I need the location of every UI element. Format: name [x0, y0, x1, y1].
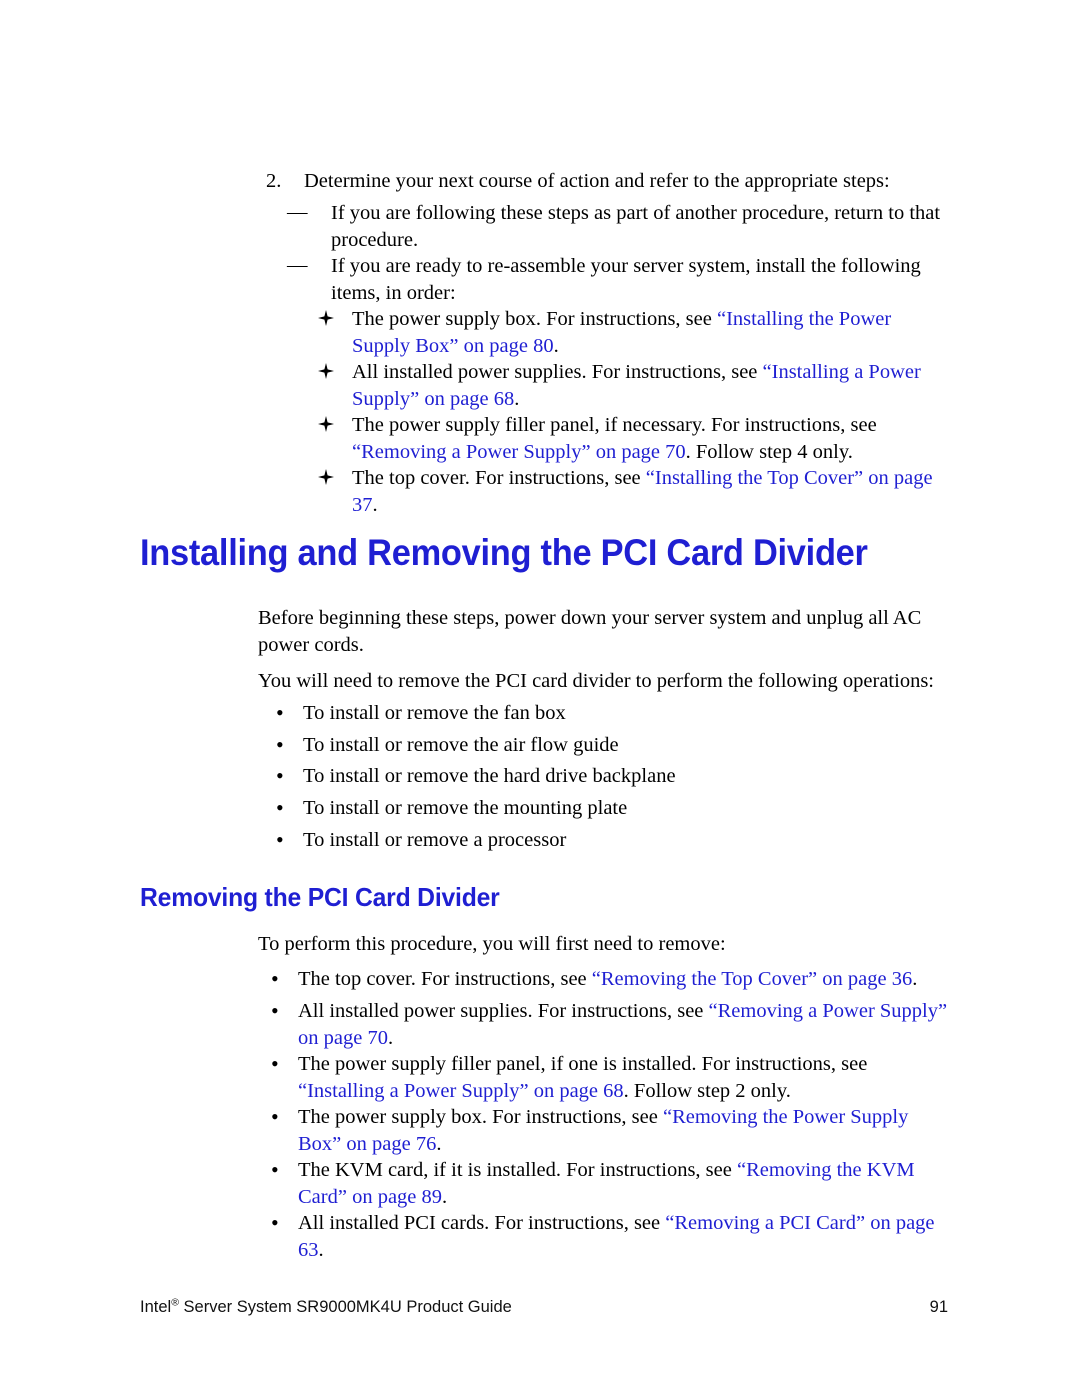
item-tail-text: . [553, 334, 559, 357]
operation-text: To install or remove the mounting plate [303, 797, 628, 819]
diamond-item-text: All installed power supplies. For instru… [352, 359, 952, 412]
item-lead-text: The KVM card, if it is installed. For in… [298, 1159, 737, 1181]
diamond-list-item: The power supply filler panel, if necess… [318, 412, 952, 465]
dash-list-item: — If you are following these steps as pa… [287, 200, 952, 253]
cross-reference-link[interactable]: “Removing a Power Supply” on page 70 [352, 441, 686, 463]
footer-product: Server System SR9000MK4U Product Guide [178, 1298, 512, 1316]
registered-trademark-mark: ® [171, 1296, 179, 1309]
operation-list-item: • To install or remove the air flow guid… [276, 732, 957, 759]
diamond-list-item: The top cover. For instructions, see “In… [318, 465, 952, 518]
bullet-marker: • [271, 1157, 279, 1182]
operation-text: To install or remove a processor [303, 829, 567, 851]
bullet-marker: • [276, 827, 284, 852]
item-tail-text: . [912, 968, 918, 990]
item-lead-text: The top cover. For instructions, see [298, 968, 592, 990]
operation-list-item: • To install or remove the hard drive ba… [276, 763, 957, 790]
cross-reference-link[interactable]: “Installing a Power Supply” on page 68 [298, 1080, 624, 1102]
diamond-item-text: The power supply box. For instructions, … [352, 306, 952, 359]
item-lead-text: The power supply filler panel, if necess… [352, 414, 877, 436]
operation-text: To install or remove the hard drive back… [303, 765, 676, 787]
removal-list-item: • The top cover. For instructions, see “… [271, 966, 952, 993]
item-lead-text: The power supply box. For instructions, … [298, 1106, 663, 1128]
item-tail-text: . Follow step 4 only. [685, 440, 853, 463]
removal-list-item: • The power supply filler panel, if one … [271, 1051, 952, 1104]
step-number: 2. [266, 170, 282, 192]
item-lead-text: All installed PCI cards. For instruction… [298, 1212, 666, 1234]
footer-company: Intel [140, 1298, 172, 1316]
removal-list-item: • All installed power supplies. For inst… [271, 998, 952, 1051]
bullet-marker: • [276, 732, 284, 757]
item-tail-text: . [318, 1238, 324, 1261]
document-page: 2. Determine your next course of action … [0, 0, 1080, 1397]
operation-list-item: • To install or remove the fan box [276, 700, 957, 727]
item-lead-text: The top cover. For instructions, see [352, 467, 646, 489]
removal-item-text: All installed PCI cards. For instruction… [298, 1210, 952, 1263]
diamond-star-icon [318, 310, 352, 328]
item-tail-text: . [514, 387, 520, 410]
bullet-marker: • [271, 1210, 279, 1235]
diamond-list-item: The power supply box. For instructions, … [318, 306, 952, 359]
item-lead-text: All installed power supplies. For instru… [352, 361, 763, 383]
removal-item-text: All installed power supplies. For instru… [298, 998, 952, 1051]
item-lead-text: All installed power supplies. For instru… [298, 1000, 709, 1022]
em-dash-marker: — [287, 201, 308, 223]
item-tail-text: . Follow step 2 only. [623, 1079, 791, 1102]
operation-list-item: • To install or remove the mounting plat… [276, 795, 957, 822]
item-tail-text: . [387, 1026, 394, 1049]
intro-paragraph-1: Before beginning these steps, power down… [258, 607, 922, 656]
operation-text: To install or remove the air flow guide [303, 734, 619, 756]
numbered-step-2: 2. Determine your next course of action … [266, 168, 950, 195]
removal-list-item: • The power supply box. For instructions… [271, 1104, 952, 1157]
diamond-star-icon [318, 363, 352, 381]
item-lead-text: The power supply filler panel, if one is… [298, 1053, 868, 1075]
dash-item-text: If you are following these steps as part… [331, 202, 941, 251]
removal-list-item: • The KVM card, if it is installed. For … [271, 1157, 952, 1210]
diamond-item-text: The power supply filler panel, if necess… [352, 412, 952, 465]
diamond-item-text: The top cover. For instructions, see “In… [352, 465, 952, 518]
bullet-marker: • [271, 998, 279, 1023]
bullet-marker: • [276, 795, 284, 820]
em-dash-marker: — [287, 254, 308, 276]
removal-item-text: The top cover. For instructions, see “Re… [298, 966, 952, 993]
intro-paragraph-2: You will need to remove the PCI card div… [258, 670, 934, 692]
page-title: Installing and Removing the PCI Card Div… [140, 532, 868, 573]
cross-reference-link[interactable]: “Removing the Top Cover” on page 36 [592, 968, 912, 990]
diamond-star-icon [318, 469, 352, 487]
dash-item-text: If you are ready to re-assemble your ser… [331, 255, 921, 304]
removal-list-item: • All installed PCI cards. For instructi… [271, 1210, 952, 1263]
operation-text: To install or remove the fan box [303, 702, 566, 724]
removal-item-text: The power supply box. For instructions, … [298, 1104, 952, 1157]
removal-intro-paragraph: To perform this procedure, you will firs… [258, 933, 726, 955]
step-text: Determine your next course of action and… [304, 170, 890, 192]
bullet-marker: • [276, 763, 284, 788]
bullet-marker: • [271, 1104, 279, 1129]
diamond-star-icon [318, 416, 352, 434]
item-tail-text: . [436, 1132, 442, 1155]
footer-page-number: 91 [929, 1298, 948, 1316]
dash-list-item: — If you are ready to re-assemble your s… [287, 253, 952, 306]
item-tail-text: . [442, 1185, 448, 1208]
page-footer: Intel® Server System SR9000MK4U Product … [140, 1294, 948, 1320]
diamond-list-item: All installed power supplies. For instru… [318, 359, 952, 412]
bullet-marker: • [271, 966, 279, 991]
item-tail-text: . [372, 493, 378, 516]
section-heading: Removing the PCI Card Divider [140, 882, 500, 912]
removal-item-text: The power supply filler panel, if one is… [298, 1051, 952, 1104]
bullet-marker: • [276, 700, 284, 725]
item-lead-text: The power supply box. For instructions, … [352, 308, 717, 330]
removal-item-text: The KVM card, if it is installed. For in… [298, 1157, 952, 1210]
footer-document-title: Intel® Server System SR9000MK4U Product … [140, 1294, 512, 1320]
operation-list-item: • To install or remove a processor [276, 827, 957, 854]
bullet-marker: • [271, 1051, 279, 1076]
